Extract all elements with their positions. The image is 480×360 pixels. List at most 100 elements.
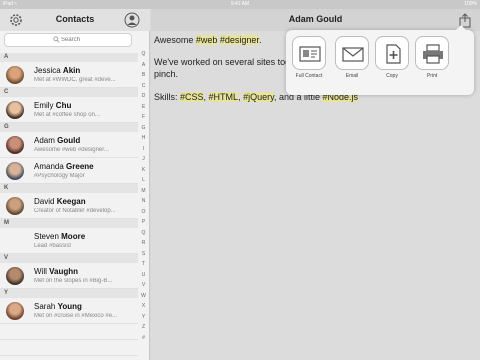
action-label: Full Contact (295, 73, 323, 79)
avatar (6, 101, 24, 119)
hashtag[interactable]: #HTML (208, 92, 239, 102)
section-header: C (0, 88, 138, 97)
add-contact-icon[interactable] (124, 12, 140, 28)
action-label: Email (345, 73, 359, 79)
section-header: K (0, 184, 138, 193)
action-label: Print (426, 73, 438, 79)
first-name: Emily (34, 101, 54, 110)
battery-label: 100% (464, 1, 477, 7)
last-name: Keegan (56, 197, 86, 206)
list-item[interactable]: Emily Chu Met at #coffee shop on... (0, 97, 138, 123)
first-name: Adam (34, 136, 55, 145)
section-header: M (0, 219, 138, 228)
last-name: Young (57, 302, 82, 311)
list-item[interactable]: Will Vaughn Met on the slopes in #Big-B.… (0, 263, 138, 289)
index-letter[interactable]: K (138, 165, 149, 176)
index-letter[interactable]: O (138, 207, 149, 218)
contact-subtitle: Creator of Notable! #develop... (34, 208, 116, 214)
contact-subtitle: #Psychology Major (34, 173, 85, 179)
hashtag[interactable]: #jQuery (243, 92, 274, 102)
index-letter[interactable]: X (138, 301, 149, 312)
list-item[interactable]: David Keegan Creator of Notable! #develo… (0, 193, 138, 219)
print-button[interactable]: Print (414, 36, 450, 79)
note-line: We've worked on several sites tog (154, 57, 291, 67)
note-line: Awesome #web #designer. (154, 35, 262, 45)
index-letter[interactable]: M (138, 186, 149, 197)
index-letter[interactable]: U (138, 270, 149, 281)
contacts-sidebar: Contacts A Jessica Akin Met at #WWDC, gr… (0, 9, 150, 360)
section-header: A (0, 53, 138, 62)
section-header: G (0, 123, 138, 132)
first-name: Jessica (34, 66, 61, 75)
section-header: V (0, 254, 138, 263)
avatar (6, 197, 24, 215)
list-item[interactable]: Sarah Young Met on #cruise in #Mexico #e… (0, 298, 138, 324)
printer-icon (423, 44, 443, 64)
contact-list: A Jessica Akin Met at #WWDC, great #deve… (0, 53, 138, 360)
contact-subtitle: Met on the slopes in #Big-B... (34, 278, 113, 284)
contact-subtitle: Met at #WWDC, great #deve... (34, 77, 116, 83)
avatar (6, 302, 24, 320)
search-input[interactable] (61, 34, 121, 46)
email-button[interactable]: Email (334, 36, 370, 79)
first-name: Will (34, 267, 47, 276)
list-item[interactable]: Adam Gould Awesome #web #designer... (0, 132, 138, 158)
search-bar[interactable] (4, 33, 132, 47)
last-name: Akin (62, 66, 81, 75)
alphabet-index[interactable]: Q A B C D E F G H I J K L M N O P Q R S T U V W X Y Z # (138, 49, 149, 343)
last-name: Greene (66, 162, 94, 171)
hashtag[interactable]: #web (195, 35, 218, 45)
index-letter[interactable]: L (138, 175, 149, 186)
contact-subtitle: Met on #cruise in #Mexico #e... (34, 313, 118, 319)
index-letter[interactable]: V (138, 280, 149, 291)
index-letter[interactable]: C (138, 81, 149, 92)
index-letter[interactable]: W (138, 291, 149, 302)
avatar (6, 267, 24, 285)
index-letter[interactable]: Y (138, 312, 149, 323)
index-letter[interactable]: D (138, 91, 149, 102)
index-letter[interactable]: Z (138, 322, 149, 333)
index-letter[interactable]: Q (138, 49, 149, 60)
index-letter[interactable]: S (138, 249, 149, 260)
index-letter[interactable]: H (138, 133, 149, 144)
last-name: Vaughn (49, 267, 79, 276)
clock: 9:41 AM (230, 1, 250, 7)
last-name: Moore (61, 232, 86, 241)
section-header: Y (0, 289, 138, 298)
contact-card-icon (299, 46, 321, 62)
contact-subtitle: Met at #coffee shop on... (34, 112, 100, 118)
contact-subtitle: Awesome #web #designer... (34, 147, 109, 153)
last-name: Chu (55, 101, 72, 110)
index-letter[interactable]: E (138, 102, 149, 113)
empty-row (0, 340, 138, 356)
index-letter[interactable]: # (138, 333, 149, 344)
avatar (6, 136, 24, 154)
index-letter[interactable]: R (138, 238, 149, 249)
index-letter[interactable]: I (138, 144, 149, 155)
copy-button[interactable]: Copy (374, 36, 410, 79)
first-name: Sarah (34, 302, 56, 311)
index-letter[interactable]: B (138, 70, 149, 81)
search-icon (53, 36, 60, 43)
index-letter[interactable]: P (138, 217, 149, 228)
full-contact-button[interactable]: Full Contact (291, 36, 327, 79)
index-letter[interactable]: N (138, 196, 149, 207)
hashtag[interactable]: #designer (219, 35, 259, 45)
list-item[interactable]: Amanda Greene #Psychology Major (0, 158, 138, 184)
index-letter[interactable]: F (138, 112, 149, 123)
avatar (6, 162, 24, 180)
index-letter[interactable]: G (138, 123, 149, 134)
index-letter[interactable]: Q (138, 228, 149, 239)
action-label: Copy (386, 73, 398, 79)
index-letter[interactable]: A (138, 60, 149, 71)
avatar (6, 66, 24, 84)
empty-row (0, 356, 138, 360)
list-item[interactable]: Steven Moore Lead #bassist (0, 228, 138, 254)
list-item[interactable]: Jessica Akin Met at #WWDC, great #deve..… (0, 62, 138, 88)
index-letter[interactable]: J (138, 154, 149, 165)
index-letter[interactable]: T (138, 259, 149, 270)
empty-row (0, 324, 138, 340)
hashtag[interactable]: #CSS (180, 92, 204, 102)
note-line: pinch. (154, 69, 179, 79)
copy-icon (386, 44, 401, 64)
